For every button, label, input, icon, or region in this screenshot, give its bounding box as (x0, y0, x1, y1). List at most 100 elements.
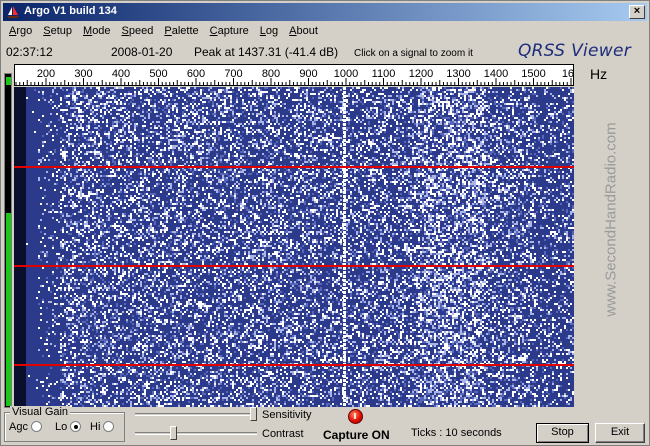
scale-tick-label: 1200 (409, 68, 433, 80)
gain-agc-radio[interactable] (30, 421, 42, 432)
contrast-label: Contrast (262, 428, 304, 440)
stop-button[interactable]: Stop (536, 423, 589, 443)
menu-accesskey: S (121, 25, 129, 37)
scale-tick-label: 900 (299, 68, 317, 80)
menu-label-rest: etup (50, 25, 73, 37)
signal-trace (343, 191, 346, 194)
signal-trace (343, 307, 346, 310)
signal-trace (343, 323, 346, 326)
level-peak-indicator (6, 77, 11, 85)
menu-bar: Argo Setup Mode Speed Palette Capture Log About (3, 23, 323, 41)
exit-button[interactable]: Exit (595, 423, 645, 443)
signal-trace (343, 151, 346, 154)
signal-trace (343, 403, 346, 406)
menu-label-rest: og (265, 25, 279, 37)
signal-trace (343, 147, 346, 150)
sensitivity-label: Sensitivity (262, 409, 312, 421)
zoom-hint: Click on a signal to zoom it (354, 48, 473, 59)
menu-setup[interactable]: Setup (37, 23, 77, 41)
scale-tick-label: 500 (149, 68, 167, 80)
signal-trace (343, 311, 346, 314)
title-bar[interactable]: Argo V1 build 134 × (3, 3, 647, 21)
menu-label-rest: alette (171, 25, 199, 37)
signal-trace (343, 351, 346, 354)
signal-trace (343, 159, 346, 162)
menu-accesskey: P (164, 25, 172, 37)
signal-trace (343, 199, 346, 202)
scale-tick-label: 600 (187, 68, 205, 80)
menu-speed[interactable]: Speed (116, 23, 159, 41)
signal-trace (343, 267, 346, 270)
signal-trace (343, 287, 346, 290)
gain-lo-label: Lo (55, 421, 68, 433)
frequency-scale[interactable]: 200 300 400 500 600 700 800 900 1000 1100 1200 1300… (14, 64, 574, 86)
signal-trace (343, 283, 346, 286)
sensitivity-slider[interactable] (135, 407, 257, 423)
level-bar (6, 212, 11, 406)
frequency-unit: Hz (590, 66, 608, 82)
gain-lo-radio[interactable] (70, 421, 82, 432)
menu-capture[interactable]: Capture (204, 23, 254, 41)
signal-trace (343, 379, 346, 382)
signal-trace (343, 395, 346, 398)
menu-accesskey: S (43, 25, 51, 37)
menu-accesskey: A (289, 25, 297, 37)
menu-about[interactable]: About (283, 23, 323, 41)
signal-trace (343, 331, 346, 334)
signal-trace (343, 139, 346, 142)
menu-mode[interactable]: Mode (77, 23, 116, 41)
signal-trace (343, 183, 346, 186)
visual-gain-title: Visual Gain (10, 406, 71, 418)
signal-trace (343, 295, 346, 298)
capture-status: Capture ON (323, 428, 390, 442)
signal-trace (343, 95, 346, 98)
signal-trace (343, 127, 346, 130)
contrast-thumb[interactable] (169, 426, 177, 440)
waterfall-dark-edge (14, 87, 26, 407)
scale-tick-label: 1400 (484, 68, 508, 80)
signal-trace (343, 335, 346, 338)
signal-trace (343, 319, 346, 322)
signal-trace (343, 115, 346, 118)
contrast-slider[interactable] (135, 426, 257, 442)
signal-trace (343, 171, 346, 174)
menu-label-rest: ode (92, 25, 111, 37)
signal-trace (343, 103, 346, 106)
brand-logo: QRSS Viewer (518, 41, 632, 61)
signal-trace (343, 211, 346, 214)
app-window: Argo V1 build 134 × Argo Setup Mode Speed Pa… (0, 0, 650, 446)
scale-tick-label: 1500 (521, 68, 545, 80)
signal-trace (343, 391, 346, 394)
scale-tick-label: 1000 (334, 68, 358, 80)
signal-trace (343, 239, 346, 242)
gain-hi-radio[interactable] (103, 421, 115, 432)
signal-trace (343, 387, 346, 390)
menu-argo[interactable]: Argo (3, 23, 37, 41)
signal-level-meter (4, 73, 12, 408)
signal-trace (343, 203, 346, 206)
menu-log[interactable]: Log (254, 23, 283, 41)
sensitivity-thumb[interactable] (250, 407, 257, 421)
signal-trace (343, 347, 346, 350)
signal-trace (343, 123, 346, 126)
window-title: Argo V1 build 134 (24, 5, 117, 17)
scale-tick-label: 1300 (446, 68, 470, 80)
gain-lo-option[interactable]: Lo (55, 421, 82, 433)
signal-trace (343, 299, 346, 302)
menu-palette[interactable]: Palette (158, 23, 203, 41)
scale-tick-label: 160 (562, 68, 573, 80)
signal-trace (343, 279, 346, 282)
close-button[interactable]: × (629, 5, 645, 19)
signal-trace (343, 187, 346, 190)
gain-agc-option[interactable]: Agc (9, 421, 42, 433)
gain-hi-label: Hi (90, 421, 101, 433)
gain-hi-option[interactable]: Hi (90, 421, 115, 433)
app-logo-icon (7, 6, 19, 18)
signal-trace (343, 259, 346, 262)
scale-tick-label: 700 (224, 68, 242, 80)
signal-trace (343, 275, 346, 278)
signal-trace (343, 359, 346, 362)
signal-trace (343, 135, 346, 138)
signal-trace (343, 343, 346, 346)
waterfall-display[interactable] (14, 87, 574, 407)
